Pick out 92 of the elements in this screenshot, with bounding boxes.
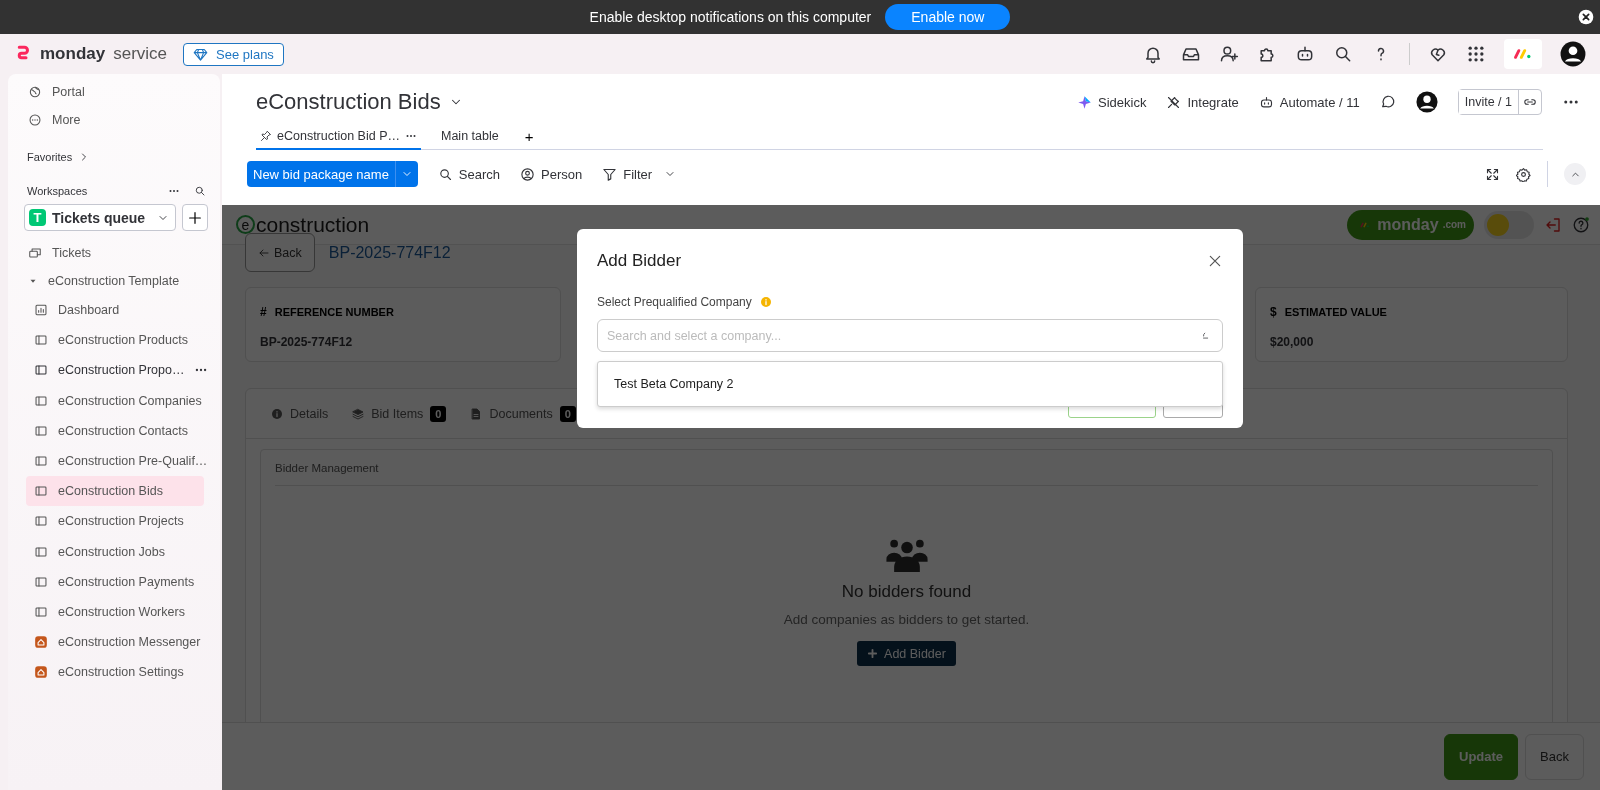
tickets-icon: [28, 246, 42, 260]
enable-button[interactable]: Enable now: [885, 4, 1011, 30]
more-icon: [28, 113, 42, 127]
sidebar-item[interactable]: eConstruction Companies: [26, 385, 220, 416]
dashboard-icon: [34, 303, 48, 318]
sidebar-item[interactable]: eConstruction Bids: [26, 476, 204, 507]
info-icon: [759, 296, 772, 308]
layers-icon: [352, 407, 365, 420]
field-label: Select Prequalified Company: [597, 295, 752, 309]
close-icon[interactable]: [1578, 9, 1594, 25]
info-icon: [271, 407, 283, 420]
dialog-title: Add Bidder: [597, 251, 682, 271]
add-button[interactable]: [182, 204, 208, 231]
robot-icon: [1258, 94, 1274, 110]
plus-icon: [867, 648, 879, 659]
toolbar-button[interactable]: Search: [437, 166, 501, 182]
avatar-icon[interactable]: [1560, 41, 1586, 67]
sidebar-item[interactable]: eConstruction Projects: [26, 506, 220, 537]
board-icon: [34, 514, 48, 529]
person-icon: [520, 166, 536, 182]
view-tab[interactable]: eConstruction Bid P…: [256, 123, 421, 150]
notification-message: Enable desktop notifications on this computer: [589, 9, 872, 25]
search-icon: [437, 166, 453, 182]
board-icon: [34, 544, 48, 559]
sidebar-item[interactable]: eConstruction Propo…: [26, 355, 220, 386]
sidebar-item[interactable]: eConstruction Settings: [26, 657, 220, 688]
card-label: $ ESTIMATED VALUE: [1270, 305, 1388, 319]
view-tab[interactable]: Main table: [437, 123, 503, 150]
brand-name: monday: [40, 44, 106, 64]
expand-icon[interactable]: [1485, 166, 1500, 182]
sidebar-item[interactable]: eConstruction Workers: [26, 596, 220, 628]
toolbar-button[interactable]: Person: [520, 166, 583, 182]
action-button[interactable]: Integrate: [1166, 94, 1239, 110]
board-icon: [34, 363, 48, 378]
theme-toggle[interactable]: [1484, 210, 1534, 239]
board-icon: [34, 454, 48, 469]
see-plans-button[interactable]: See plans: [183, 42, 284, 66]
sidebar-item[interactable]: eConstruction Products: [26, 325, 220, 356]
product-name: service: [113, 44, 168, 64]
board-icon: [34, 484, 48, 499]
sidebar-item[interactable]: eConstruction Messenger: [26, 627, 220, 658]
apps-grid-icon[interactable]: [1466, 44, 1486, 64]
sparkle-icon: [1077, 94, 1092, 110]
sidebar-item[interactable]: eConstruction Pre-Qualif…: [26, 445, 220, 477]
board-icon: [34, 604, 48, 619]
board-icon: [34, 574, 48, 589]
board-title: eConstruction Bids: [256, 89, 441, 115]
search-icon[interactable]: [1333, 44, 1353, 64]
workspaces-heading: Workspaces: [27, 185, 88, 197]
empty-title: No bidders found: [841, 582, 972, 602]
app-icon: [34, 635, 48, 650]
avatar-icon[interactable]: [1415, 91, 1438, 113]
add-person-icon[interactable]: [1219, 44, 1239, 64]
board-icon: [34, 423, 48, 438]
sidebar-item[interactable]: eConstruction Contacts: [26, 415, 220, 446]
app-icon: [34, 665, 48, 680]
diamond-icon: [193, 46, 209, 62]
document-icon: [470, 407, 483, 420]
count-badge: 0: [430, 405, 447, 422]
board-icon: [34, 393, 48, 408]
workspace-dropdown[interactable]: T Tickets queue: [24, 204, 176, 231]
globe-icon: [28, 85, 42, 99]
add-view-button[interactable]: +: [518, 128, 540, 145]
search-icon[interactable]: [194, 185, 206, 197]
filter-icon: [602, 166, 618, 182]
sidebar-item[interactable]: More: [8, 106, 220, 134]
invite-button[interactable]: Invite / 1: [1458, 90, 1519, 114]
board-icon: [34, 333, 48, 348]
count-badge: 0: [559, 405, 576, 422]
toolbar-button[interactable]: Filter: [602, 166, 653, 182]
close-icon[interactable]: [1207, 253, 1223, 269]
sidebar-item[interactable]: eConstruction Template: [8, 267, 220, 295]
dropdown-option[interactable]: Test Beta Company 2: [598, 366, 1222, 402]
sidebar-item[interactable]: eConstruction Payments: [26, 566, 220, 597]
workspace-avatar: T: [29, 209, 46, 226]
chat-icon[interactable]: [1379, 94, 1396, 110]
card-value: BP-2025-774F12: [260, 335, 354, 349]
action-button[interactable]: Automate / 11: [1258, 94, 1360, 110]
panel-title: Bidder Management: [275, 450, 1538, 486]
action-button[interactable]: Sidekick: [1077, 94, 1147, 110]
search-field[interactable]: Search and select a company...: [597, 319, 1223, 352]
robot-icon[interactable]: [1295, 44, 1315, 64]
settings-icon[interactable]: [1516, 166, 1531, 182]
card-value: $20,000: [1270, 335, 1315, 349]
reference-title: BP-2025-774F12: [328, 243, 451, 262]
favorites-heading[interactable]: Favorites: [27, 151, 73, 163]
sidebar-item[interactable]: eConstruction Jobs: [26, 536, 220, 567]
plus-icon: [187, 209, 203, 226]
sidebar-item[interactable]: Tickets: [8, 239, 220, 267]
card-label: # REFERENCE NUMBER: [260, 305, 395, 319]
sidebar-item[interactable]: Portal: [8, 78, 220, 106]
sidebar-item[interactable]: Dashboard: [26, 295, 220, 326]
